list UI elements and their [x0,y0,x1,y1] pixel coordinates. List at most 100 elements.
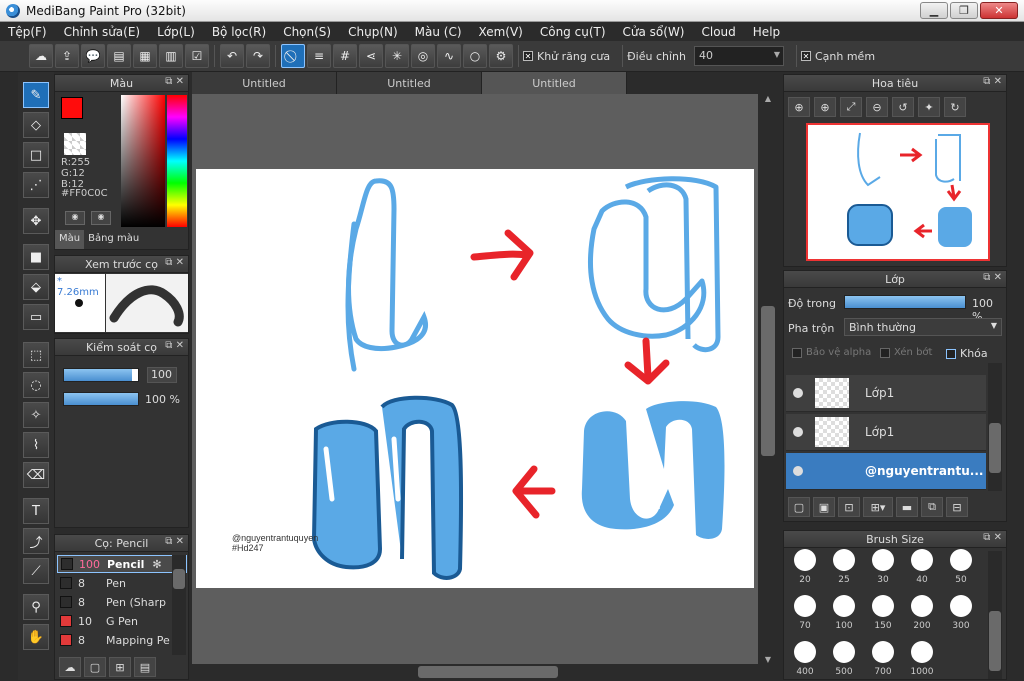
chevron-down-icon[interactable]: ▼ [774,50,780,59]
document-icon[interactable]: ▦ [133,44,157,68]
brush-size-option[interactable]: 70 [788,591,822,635]
brush-settings-icon[interactable]: ▤ [134,657,156,677]
select-pen-icon[interactable]: ⌇ [23,432,49,458]
visibility-eye-icon[interactable] [793,388,803,398]
brush-size-option[interactable]: 150 [866,591,900,635]
snap-parallel-icon[interactable]: ≡ [307,44,331,68]
reset-view-icon[interactable]: ✦ [918,97,940,117]
lock-checkbox[interactable] [946,348,956,359]
brush-size-option[interactable]: 100 [827,591,861,635]
zoom-fit-icon[interactable]: ⊕ [788,97,810,117]
panel-close-icon[interactable]: ⧉ ✕ [983,532,1002,543]
antialias-checkbox[interactable]: ✕ [523,51,533,61]
rotate-right-icon[interactable]: ↻ [944,97,966,117]
canvas-vertical-scrollbar[interactable]: ▲ ▼ [758,94,778,664]
select-eraser-icon[interactable]: ⌫ [23,462,49,488]
protect-alpha-toggle[interactable]: Bảo vệ alpha [792,347,871,358]
hue-slider[interactable] [167,95,187,227]
gradient-tool-icon[interactable]: ▭ [23,304,49,330]
brush-size-option[interactable]: 400 [788,637,822,681]
operation-tool-icon[interactable]: ⤴ [23,528,49,554]
select-rect-icon[interactable]: ⬚ [23,342,49,368]
visibility-eye-icon[interactable] [793,466,803,476]
maximize-button[interactable]: ❐ [950,2,978,19]
brush-size-option[interactable]: 30 [866,545,900,589]
new-layer-icon[interactable]: ▢ [788,497,810,517]
settings-icon[interactable]: ⚙ [489,44,513,68]
brush-size-option[interactable]: 20 [788,545,822,589]
canvas-workspace[interactable]: @nguyentrantuquyen #Hd247 [192,94,758,664]
brush-size-option[interactable]: 700 [866,637,900,681]
palette-icon[interactable]: ◉ [65,211,85,225]
tab-untitled-2[interactable]: Untitled [337,72,482,94]
merge-layer-icon[interactable]: ⊟ [946,497,968,517]
folder-icon[interactable]: ▬ [896,497,918,517]
eyedropper-tool-icon[interactable]: ⚲ [23,594,49,620]
menu-color[interactable]: Màu (C) [415,25,472,39]
transparent-swatch[interactable] [64,133,86,155]
brush-item-mapping-pen[interactable]: 8 Mapping Pe [57,631,187,649]
snap-concentric-icon[interactable]: ◎ [411,44,435,68]
brush-size-scrollbar[interactable] [988,551,1002,679]
brush-item-pen-sharp[interactable]: 8 Pen (Sharp [57,593,187,611]
panel-close-icon[interactable]: ⧉ ✕ [165,536,184,547]
add-brush-icon[interactable]: ⊞ [109,657,131,677]
saturation-picker[interactable] [121,95,165,227]
navigator-thumbnail[interactable] [806,123,990,261]
new-layer-8bit-icon[interactable]: ⊡ [838,497,860,517]
brush-size-option[interactable]: 200 [905,591,939,635]
checklist-icon[interactable]: ☑ [185,44,209,68]
menu-filter[interactable]: Bộ lọc(R) [212,25,276,39]
dot-tool-icon[interactable]: ⋰ [23,172,49,198]
protect-alpha-checkbox[interactable] [792,347,802,358]
minimize-button[interactable]: ▁ [920,2,948,19]
brush-item-pencil[interactable]: 100 Pencil ✻ [57,555,187,573]
snap-radial-icon[interactable]: ✳ [385,44,409,68]
panel-close-icon[interactable]: ⧉ ✕ [165,257,184,268]
brush-item-g-pen[interactable]: 10 G Pen [57,612,187,630]
snap-circle-icon[interactable]: ○ [463,44,487,68]
menu-help[interactable]: Help [753,25,790,39]
panel-close-icon[interactable]: ⧉ ✕ [165,76,184,87]
menu-view[interactable]: Xem(V) [479,25,533,39]
size-value[interactable]: 100 [147,367,177,383]
panel-close-icon[interactable]: ⧉ ✕ [983,272,1002,283]
new-layer-halftone-icon[interactable]: ▣ [813,497,835,517]
tab-untitled-3[interactable]: Untitled [482,72,627,94]
brush-size-option[interactable]: 1000 [905,637,939,681]
divide-tool-icon[interactable]: ⟋ [23,558,49,584]
menu-file[interactable]: Tệp(F) [8,25,57,39]
tab-untitled-1[interactable]: Untitled [192,72,337,94]
brush-item-pen[interactable]: 8 Pen [57,574,187,592]
chevron-down-icon[interactable]: ▼ [991,321,997,330]
menu-select[interactable]: Chọn(S) [283,25,341,39]
soft-edge-checkbox[interactable]: ✕ [800,51,811,61]
new-brush-icon[interactable]: ▢ [84,657,106,677]
brush-size-option[interactable]: 25 [827,545,861,589]
move-tool-icon[interactable]: ✥ [23,208,49,234]
drawing-canvas[interactable]: @nguyentrantuquyen #Hd247 [196,169,754,588]
scroll-up-icon[interactable]: ▲ [758,94,778,103]
menu-cloud[interactable]: Cloud [702,25,746,39]
brush-size-option[interactable]: 300 [944,591,978,635]
snap-grid-icon[interactable]: # [333,44,357,68]
brush-size-option[interactable]: 40 [905,545,939,589]
lock-toggle[interactable]: Khóa [946,347,988,360]
brush-list-scrollbar[interactable] [172,555,186,655]
shape-tool-icon[interactable]: □ [23,142,49,168]
add-layer-menu-icon[interactable]: ⊞▾ [863,497,893,517]
share-icon[interactable]: ⇪ [55,44,79,68]
actual-size-icon[interactable]: ⤢ [840,97,862,117]
message-icon[interactable]: ▤ [107,44,131,68]
opacity-slider[interactable] [63,392,139,406]
layer-row-1[interactable]: Lớp1 [786,375,986,412]
clipping-checkbox[interactable] [880,347,890,358]
panel-close-icon[interactable]: ⧉ ✕ [165,340,184,351]
magic-wand-icon[interactable]: ✧ [23,402,49,428]
soft-edge-toggle[interactable]: ✕ Cạnh mềm [800,50,875,63]
redo-icon[interactable]: ↷ [246,44,270,68]
tab-palette[interactable]: Bảng màu [84,230,143,249]
brush-size-option[interactable]: 50 [944,545,978,589]
snap-curve-icon[interactable]: ∿ [437,44,461,68]
snap-perspective-icon[interactable]: ⋖ [359,44,383,68]
